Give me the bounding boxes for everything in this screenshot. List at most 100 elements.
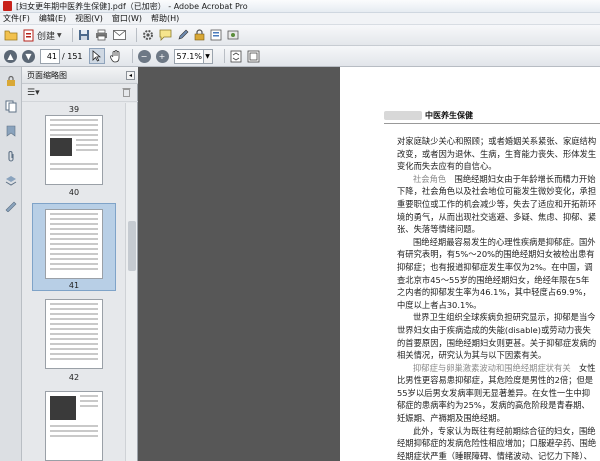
chevron-down-icon: ▼ — [205, 52, 210, 60]
collapse-panel-button[interactable]: ◂ — [126, 71, 135, 80]
form-icon — [210, 29, 222, 41]
settings-button[interactable] — [142, 27, 154, 43]
fit-width-icon — [247, 50, 259, 62]
layers-icon[interactable] — [5, 175, 17, 187]
toolbar-divider — [71, 28, 73, 42]
next-page-button[interactable]: ▼ — [22, 49, 35, 63]
fit-page-button[interactable] — [230, 48, 242, 64]
menu-window[interactable]: 窗口(W) — [112, 13, 142, 24]
page-running-header: 中医养生保健 — [384, 109, 600, 121]
thumbnail-scrollbar[interactable] — [125, 103, 137, 461]
select-tool-button[interactable] — [88, 48, 105, 64]
header-rule — [384, 123, 600, 124]
hand-tool-button[interactable] — [109, 48, 122, 64]
printer-icon — [95, 29, 107, 41]
title-bar: [妇女更年期中医养生保健].pdf（已加密） - Adobe Acrobat P… — [0, 0, 600, 13]
chevron-down-icon: ▼ — [57, 31, 62, 39]
scrollbar-thumb[interactable] — [128, 221, 136, 271]
menu-bar: 文件(F) 编辑(E) 视图(V) 窗口(W) 帮助(H) — [0, 13, 600, 25]
speech-bubble-icon — [159, 29, 172, 41]
menu-file[interactable]: 文件(F) — [3, 13, 30, 24]
toolbar-divider — [131, 49, 133, 63]
menu-edit[interactable]: 编辑(E) — [39, 13, 66, 24]
comment-button[interactable] — [159, 27, 172, 43]
header-logo-icon — [384, 110, 422, 120]
paragraph: 抑郁症与卵巢激素波动和围绝经期症状有关 女性比男性更容易患抑郁症，其危险度是男性… — [397, 362, 596, 424]
main-toolbar: 创建 ▼ — [0, 25, 600, 46]
bookmark-icon[interactable] — [5, 125, 17, 137]
thumbnail-page-40[interactable] — [45, 115, 103, 185]
menu-view[interactable]: 视图(V) — [75, 13, 103, 24]
minus-icon: − — [140, 51, 148, 61]
fit-width-button[interactable] — [247, 48, 260, 64]
lock-icon — [194, 29, 204, 41]
forms-button[interactable] — [210, 27, 222, 43]
thumbnail-page-43[interactable] — [45, 391, 103, 461]
fit-page-icon — [230, 50, 241, 62]
secure-button[interactable] — [194, 27, 205, 43]
signature-icon[interactable] — [5, 200, 17, 213]
review-icon — [227, 30, 239, 40]
panel-title: 页面缩略图 — [27, 70, 67, 80]
document-viewer[interactable]: 中医养生保健 对家庭缺少关心和照顾；或者婚姻关系紧张、家庭结构改变，或者因为退休… — [138, 67, 600, 461]
panel-header: 页面缩略图 ◂ — [22, 67, 138, 84]
zoom-out-button[interactable]: − — [137, 49, 151, 63]
paragraph: 围绝经期最容易发生的心理性疾病是抑郁症。国外有研究表明，有5%～20%的围绝经期… — [397, 236, 596, 310]
page-body: 对家庭缺少关心和照顾；或者婚姻关系紧张、家庭结构改变，或者因为退休、生病，生育能… — [397, 135, 597, 461]
thumbnail-page-41[interactable] — [45, 209, 103, 279]
paragraph: 此外，专家认为既往有经前期综合征的妇女，围绝经期抑郁症的发病危险性相应增加；口服… — [397, 425, 597, 461]
pdf-page: 中医养生保健 对家庭缺少关心和照顾；或者婚姻关系紧张、家庭结构改变，或者因为退休… — [340, 67, 600, 461]
chevron-left-icon: ◂ — [128, 72, 132, 79]
envelope-icon — [112, 30, 126, 40]
create-pdf-icon — [23, 29, 34, 41]
page-thumbnails-icon[interactable] — [5, 100, 17, 113]
plus-icon: + — [158, 51, 166, 61]
arrow-up-icon: ▲ — [7, 51, 14, 61]
hand-icon — [109, 49, 119, 62]
create-button[interactable]: 创建 ▼ — [23, 27, 62, 43]
trash-icon[interactable] — [122, 87, 131, 100]
paragraph: 对家庭缺少关心和照顾；或者婚姻关系紧张、家庭结构改变，或者因为退休、生病，生育能… — [397, 136, 597, 172]
email-button[interactable] — [112, 27, 126, 43]
review-button[interactable] — [227, 27, 239, 43]
save-icon — [78, 30, 89, 40]
arrow-down-icon: ▼ — [25, 51, 32, 61]
thumbnail-label-39: 39 — [68, 105, 80, 114]
page-header-text: 中医养生保健 — [425, 110, 473, 120]
thumbnail-list: 39 40 41 42 — [22, 103, 126, 461]
paragraph-lead: 抑郁症与卵巢激素波动和围绝经期症状有关 — [413, 362, 571, 373]
create-label: 创建 — [37, 31, 56, 42]
page-total: / 151 — [62, 51, 83, 61]
open-folder-button[interactable] — [4, 27, 18, 43]
acrobat-logo-icon — [3, 1, 12, 11]
zoom-level-input[interactable] — [173, 48, 204, 64]
gear-icon — [142, 30, 153, 40]
window-title: [妇女更年期中医养生保健].pdf（已加密） - Adobe Acrobat P… — [16, 1, 248, 11]
panel-tools: ☰▾ — [22, 84, 138, 102]
thumbnail-label-41: 41 — [68, 281, 80, 290]
print-button[interactable] — [95, 27, 108, 43]
page-number-input[interactable] — [40, 48, 60, 64]
paragraph-lead: 社会角色 — [413, 173, 447, 184]
navigation-toolbar: ▲ ▼ / 151 − + ▼ — [0, 46, 600, 67]
options-menu-icon[interactable]: ☰▾ — [27, 88, 40, 98]
paragraph: 社会角色 围绝经期妇女由于年龄增长而精力开始下降，社会角色以及社会地位可能发生微… — [397, 173, 597, 235]
save-button[interactable] — [78, 27, 90, 43]
zoom-dropdown-button[interactable]: ▼ — [203, 48, 213, 64]
lock-icon[interactable] — [5, 75, 17, 87]
zoom-in-button[interactable]: + — [155, 49, 169, 63]
paragraph: 世界卫生组织全球疾病负担研究显示，抑郁是当今世界妇女由于疾病造成的失能(disa… — [397, 312, 597, 361]
thumbnail-page-42[interactable] — [45, 299, 103, 369]
folder-icon — [4, 30, 18, 41]
previous-page-button[interactable]: ▲ — [4, 49, 17, 63]
thumbnail-label-42: 42 — [68, 373, 80, 382]
cursor-arrow-icon — [92, 50, 102, 62]
pen-icon — [178, 29, 189, 40]
sign-button[interactable] — [177, 27, 189, 43]
menu-help[interactable]: 帮助(H) — [151, 13, 179, 24]
attachment-icon[interactable] — [5, 150, 17, 162]
toolbar-divider — [223, 49, 225, 63]
navigation-pane-strip — [0, 67, 22, 461]
page-thumbnails-panel: 页面缩略图 ◂ ☰▾ 39 40 41 42 — [22, 67, 138, 461]
thumbnail-label-40: 40 — [68, 188, 80, 197]
